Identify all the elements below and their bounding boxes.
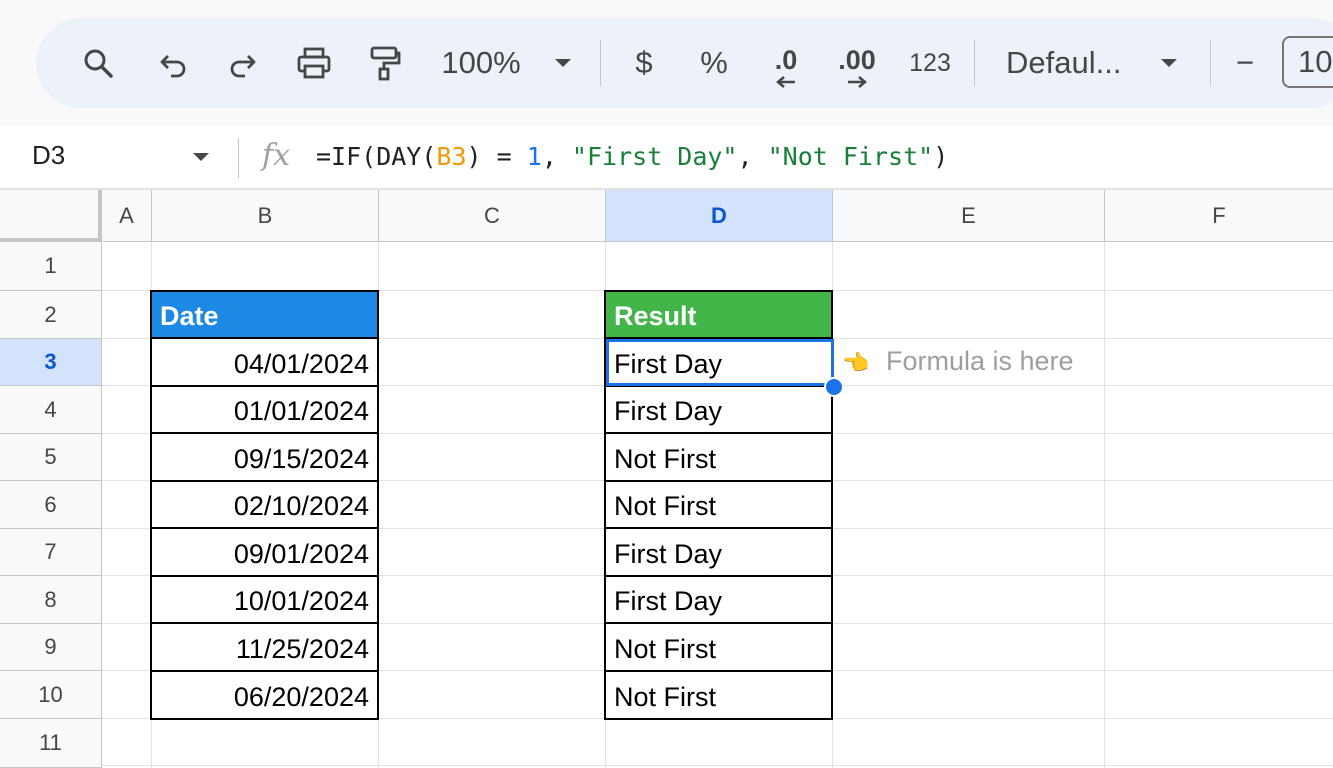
row-header-7[interactable]: 7 xyxy=(0,529,102,576)
formula-input[interactable]: =IF(DAY(B3) = 1, "First Day", "Not First… xyxy=(316,142,948,171)
decrease-decimal-label: .0 xyxy=(774,44,798,75)
annotation-note: Formula is here xyxy=(886,346,1074,376)
formula-string: "First Day" xyxy=(571,142,738,171)
row-header-8[interactable]: 8 xyxy=(0,576,102,624)
row-header-3[interactable]: 3 xyxy=(0,339,102,386)
cell-d7[interactable]: First Day xyxy=(604,529,833,577)
formula-text: =IF(DAY( xyxy=(316,142,437,171)
column-header-e[interactable]: E xyxy=(833,190,1105,242)
arrow-right-icon xyxy=(848,75,867,88)
undo-icon[interactable] xyxy=(152,18,196,108)
cell-b4[interactable]: 01/01/2024 xyxy=(150,387,379,434)
cell-b10[interactable]: 06/20/2024 xyxy=(150,672,379,720)
font-size-input[interactable]: 10 xyxy=(1282,36,1333,88)
cell-b3[interactable]: 04/01/2024 xyxy=(150,339,379,387)
font-size-value: 10 xyxy=(1298,44,1333,79)
formula-cell-reference: B3 xyxy=(436,142,467,171)
cell-b2-date-header[interactable]: Date xyxy=(150,290,379,339)
toolbar: 100% $ % .0 .00 123 Defaul... − 10 xyxy=(36,18,1333,108)
font-select[interactable]: Defaul... xyxy=(1006,18,1130,108)
formula-string: "Not First" xyxy=(767,142,934,171)
formula-text: , xyxy=(737,142,768,171)
formula-text: , xyxy=(541,142,572,171)
row-header-2[interactable]: 2 xyxy=(0,291,102,339)
cell-d9[interactable]: Not First xyxy=(604,624,833,672)
increase-decimal-button[interactable]: .00 xyxy=(832,18,882,108)
cell-d5[interactable]: Not First xyxy=(604,434,833,482)
row-header-10[interactable]: 10 xyxy=(0,671,102,719)
decrease-font-size-button[interactable]: − xyxy=(1228,18,1262,108)
row-header-6[interactable]: 6 xyxy=(0,481,102,529)
formula-bar-divider xyxy=(238,138,239,178)
active-cell-selection xyxy=(606,339,834,386)
cell-b7[interactable]: 09/01/2024 xyxy=(150,529,379,577)
arrow-left-icon xyxy=(776,75,795,88)
grid-line xyxy=(1104,190,1105,768)
toolbar-divider xyxy=(600,40,601,86)
row-header-9[interactable]: 9 xyxy=(0,624,102,671)
cell-d10[interactable]: Not First xyxy=(604,672,833,720)
cell-d4[interactable]: First Day xyxy=(604,387,833,434)
cell-d8[interactable]: First Day xyxy=(604,577,833,624)
increase-decimal-label: .00 xyxy=(838,44,876,75)
cell-d6[interactable]: Not First xyxy=(604,482,833,529)
formula-text: ) xyxy=(933,142,949,171)
font-dropdown-icon[interactable] xyxy=(1154,18,1184,108)
toolbar-divider xyxy=(974,40,975,86)
zoom-dropdown-icon[interactable] xyxy=(548,18,578,108)
formula-text: ) = xyxy=(466,142,527,171)
cell-b9[interactable]: 11/25/2024 xyxy=(150,624,379,672)
column-header-b[interactable]: B xyxy=(152,190,379,242)
column-header-f[interactable]: F xyxy=(1105,190,1333,242)
name-box[interactable]: D3 xyxy=(32,140,65,171)
cell-d2-result-header[interactable]: Result xyxy=(604,290,833,339)
toolbar-divider xyxy=(1210,40,1211,86)
grid-line xyxy=(0,765,1333,766)
formula-number: 1 xyxy=(526,142,542,171)
column-header-a[interactable]: A xyxy=(102,190,152,242)
select-all-corner[interactable] xyxy=(0,190,102,242)
zoom-select[interactable]: 100% xyxy=(436,18,526,108)
pointing-hand-icon: 👈 xyxy=(842,350,870,375)
name-box-dropdown-icon[interactable] xyxy=(192,150,210,168)
fx-icon: fx xyxy=(262,138,291,173)
redo-icon[interactable] xyxy=(220,18,264,108)
percent-format-button[interactable]: % xyxy=(694,18,734,108)
row-header-4[interactable]: 4 xyxy=(0,386,102,434)
cell-b6[interactable]: 02/10/2024 xyxy=(150,482,379,529)
column-header-c[interactable]: C xyxy=(379,190,606,242)
cell-b8[interactable]: 10/01/2024 xyxy=(150,577,379,624)
column-header-d[interactable]: D xyxy=(606,190,833,242)
search-icon[interactable] xyxy=(76,18,120,108)
decrease-decimal-button[interactable]: .0 xyxy=(764,18,808,108)
paint-format-icon[interactable] xyxy=(362,18,406,108)
currency-format-button[interactable]: $ xyxy=(626,18,662,108)
row-header-1[interactable]: 1 xyxy=(0,242,102,291)
more-formats-button[interactable]: 123 xyxy=(902,18,958,108)
row-header-11[interactable]: 11 xyxy=(0,719,102,768)
cell-b5[interactable]: 09/15/2024 xyxy=(150,434,379,482)
print-icon[interactable] xyxy=(292,18,336,108)
fill-handle[interactable] xyxy=(824,377,844,397)
row-header-5[interactable]: 5 xyxy=(0,434,102,481)
